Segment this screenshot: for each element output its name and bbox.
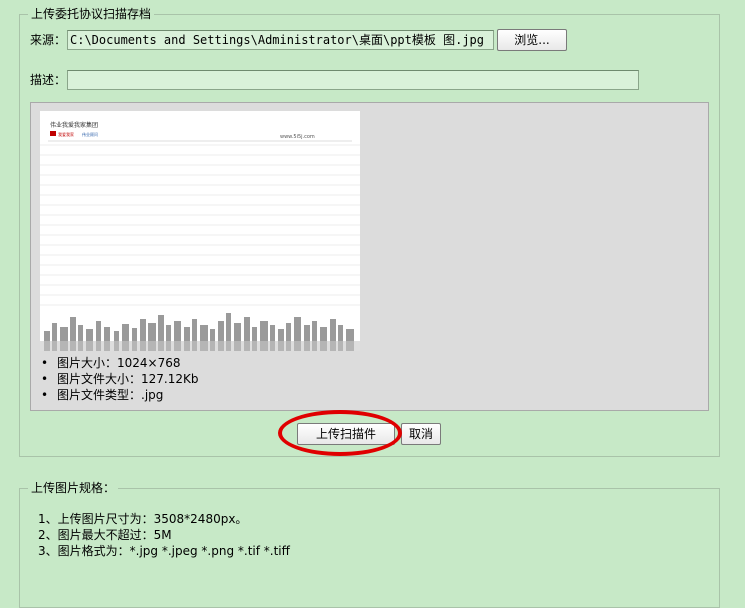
spec-item: 3、图片格式为：*.jpg *.jpeg *.png *.tif *.tiff	[38, 544, 290, 558]
thumbnail-graphic: 伟业我爱我家集团 我爱我家 伟业顾问 www.5i5j.com	[40, 111, 360, 351]
thumbnail-logo-text: 伟业我爱我家集团	[50, 121, 98, 129]
spec-legend: 上传图片规格：	[28, 481, 119, 495]
thumbnail-url: www.5i5j.com	[280, 134, 315, 140]
thumbnail-brand-mark	[50, 131, 56, 136]
cancel-button[interactable]: 取消	[401, 423, 441, 445]
image-preview-panel: 伟业我爱我家集团 我爱我家 伟业顾问 www.5i5j.com • 图片大小：1…	[30, 102, 709, 411]
source-label: 来源：	[30, 33, 67, 47]
image-info-list: 图片大小：1024×768 图片文件大小：127.12Kb 图片文件类型：.jp…	[41, 355, 198, 403]
source-path-field[interactable]: C:\Documents and Settings\Administrator\…	[67, 30, 494, 50]
spec-item: 1、上传图片尺寸为：3508*2480px。	[38, 512, 248, 526]
thumbnail-brand-right: 伟业顾问	[82, 131, 98, 137]
spec-item: 2、图片最大不超过：5M	[38, 528, 172, 542]
image-thumbnail: 伟业我爱我家集团 我爱我家 伟业顾问 www.5i5j.com	[40, 111, 360, 351]
upload-legend: 上传委托协议扫描存档	[28, 7, 155, 21]
browse-button[interactable]: 浏览...	[497, 29, 567, 51]
image-size-info: 图片大小：1024×768	[41, 355, 198, 371]
spec-fieldset: 上传图片规格： 1、上传图片尺寸为：3508*2480px。 2、图片最大不超过…	[19, 481, 720, 608]
description-label: 描述：	[30, 73, 67, 87]
spec-list: 1、上传图片尺寸为：3508*2480px。 2、图片最大不超过：5M 3、图片…	[38, 511, 290, 559]
description-field[interactable]	[67, 70, 639, 90]
upload-scan-button[interactable]: 上传扫描件	[297, 423, 395, 445]
thumbnail-brand-left: 我爱我家	[58, 131, 74, 137]
image-filesize-info: 图片文件大小：127.12Kb	[41, 371, 198, 387]
image-filetype-info: 图片文件类型：.jpg	[41, 387, 198, 403]
